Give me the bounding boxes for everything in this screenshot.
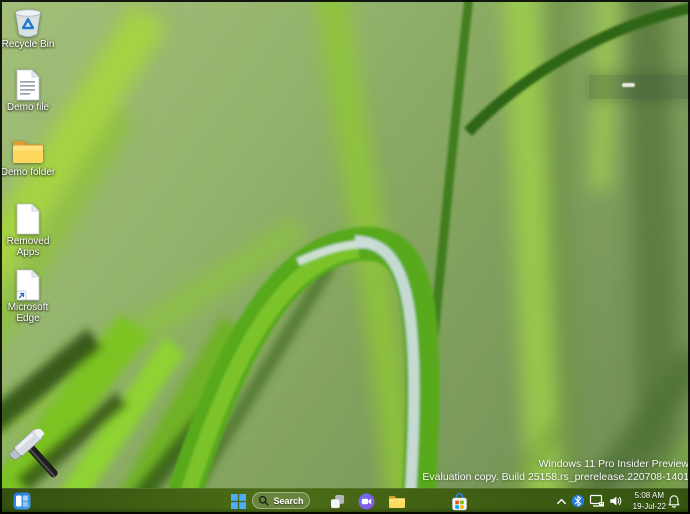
folder-icon — [388, 494, 406, 509]
widgets-icon — [13, 492, 31, 510]
volume-icon — [608, 494, 623, 508]
chat-video-icon — [358, 493, 375, 510]
bluetooth-button[interactable] — [569, 491, 587, 511]
clock-date: 19-Jul-22 — [633, 501, 666, 512]
desktop-icon-label: Demo folder — [1, 168, 55, 179]
network-button[interactable] — [587, 491, 607, 511]
widgets-button[interactable] — [10, 491, 34, 511]
notifications-bell-icon — [667, 494, 681, 509]
blank-document-shortcut-icon — [15, 269, 41, 301]
search-box[interactable]: Search — [252, 492, 310, 509]
desktop-icon-removed-apps[interactable]: Removed Apps — [0, 203, 56, 258]
task-view-icon — [330, 494, 345, 509]
desktop-icon-microsoft-edge[interactable]: Microsoft Edge — [0, 269, 56, 324]
blurred-region-highlight — [622, 83, 635, 87]
hammer-icon — [9, 429, 67, 483]
blank-document-icon — [15, 203, 41, 235]
evaluation-watermark: Windows 11 Pro Insider Preview Evaluatio… — [422, 458, 690, 484]
desktop-icon-label: Recycle Bin — [2, 40, 55, 51]
file-explorer-button[interactable] — [385, 491, 409, 511]
folder-icon — [11, 137, 45, 166]
blurred-region — [589, 75, 690, 99]
desktop-icon-label: Demo file — [7, 103, 49, 114]
windows-logo-icon — [231, 494, 246, 509]
desktop-icon-demo-folder[interactable]: Demo folder — [0, 137, 56, 179]
clock-time: 5:08 AM — [633, 490, 666, 501]
clock[interactable]: 5:08 AM 19-Jul-22 — [633, 490, 666, 512]
document-icon — [15, 69, 41, 101]
notifications-button[interactable] — [664, 491, 684, 511]
bluetooth-icon — [571, 494, 585, 508]
store-button[interactable] — [447, 491, 471, 511]
store-bag-icon — [451, 492, 468, 511]
windows-desktop: Recycle Bin Demo file Demo folder Remove… — [0, 0, 690, 514]
recycle-bin-icon — [12, 5, 44, 38]
watermark-line1: Windows 11 Pro Insider Preview — [422, 458, 689, 471]
show-hidden-icons-button[interactable] — [552, 491, 570, 511]
search-icon — [258, 495, 269, 506]
desktop-icon-recycle-bin[interactable]: Recycle Bin — [0, 5, 56, 51]
taskbar: Search — [0, 488, 690, 514]
chat-button[interactable] — [355, 491, 377, 511]
chevron-up-icon — [556, 496, 567, 507]
desktop-icon-label: Removed Apps — [0, 237, 56, 258]
desktop-icon-demo-file[interactable]: Demo file — [0, 69, 56, 114]
volume-button[interactable] — [605, 491, 625, 511]
watermark-line2: Evaluation copy. Build 25158.rs_prerelea… — [422, 471, 689, 484]
task-view-button[interactable] — [326, 491, 348, 511]
wallpaper-grass — [0, 0, 690, 514]
ethernet-icon — [589, 494, 605, 508]
desktop-icon-label: Microsoft Edge — [0, 303, 56, 324]
search-label: Search — [273, 496, 303, 506]
start-button[interactable] — [226, 491, 250, 511]
